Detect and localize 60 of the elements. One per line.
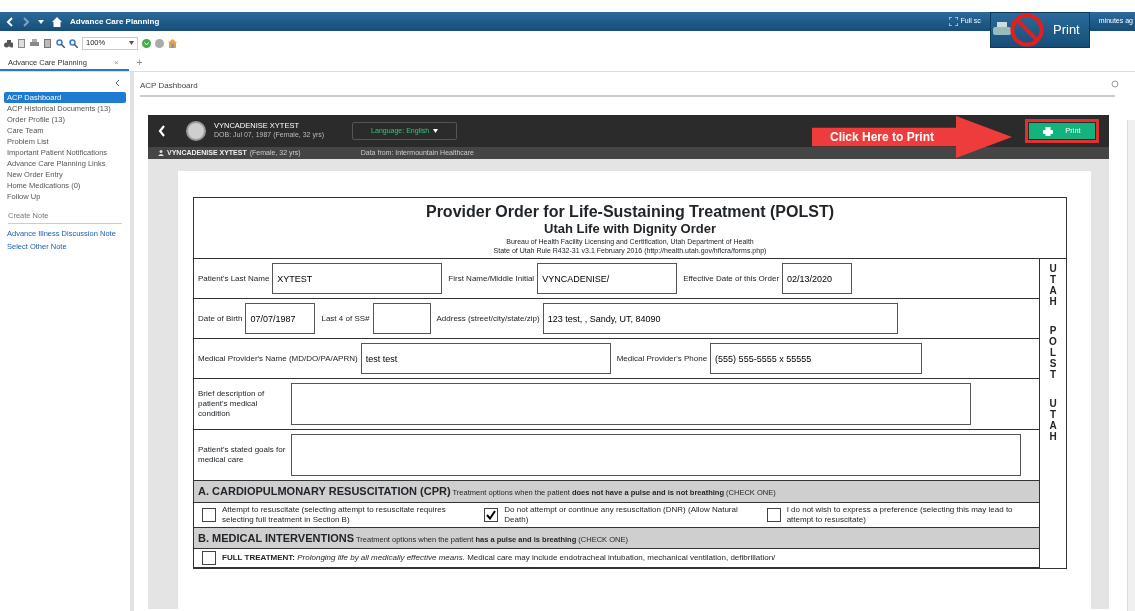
option-text: I do not wish to express a preference (selecting this may lead to attempt to resuscitate)	[786, 504, 1014, 525]
page-title: ACP Dashboard	[140, 72, 1115, 97]
refresh-icon[interactable]	[1111, 80, 1119, 88]
go-icon[interactable]	[142, 38, 151, 48]
back-icon[interactable]	[158, 125, 166, 137]
input-field[interactable]	[291, 383, 971, 425]
input-field[interactable]: test test	[360, 343, 611, 374]
input-field[interactable]	[372, 303, 431, 334]
no-sign-icon	[1010, 13, 1044, 47]
checkbox[interactable]	[202, 551, 216, 565]
side-label: POLST	[1048, 325, 1058, 380]
field-label: Patient's Last Name	[198, 272, 270, 285]
binoculars-icon[interactable]	[4, 38, 13, 48]
home-icon[interactable]	[52, 16, 62, 27]
checkbox[interactable]	[484, 507, 499, 522]
field-label: First Name/Middle Initial	[448, 272, 535, 285]
option-text: Attempt to resuscitate (selecting attempt to resuscitate requires selecting full treatment in Section B)	[222, 504, 447, 525]
input-field[interactable]: 02/13/2020	[782, 263, 853, 294]
printer-icon	[993, 22, 1011, 38]
field-label: Date of Birth	[198, 312, 243, 325]
checkbox[interactable]	[766, 507, 781, 522]
side-label: UTAH	[1048, 263, 1058, 307]
fullscreen-icon[interactable]	[948, 17, 958, 26]
checkbox[interactable]	[202, 507, 216, 522]
document-icon[interactable]	[43, 38, 52, 48]
printer-icon	[1043, 126, 1054, 136]
field-label: Brief description of patient's medical condition	[198, 389, 266, 419]
zoom-out-icon[interactable]	[69, 38, 78, 48]
side-label: UTAH	[1048, 398, 1058, 442]
field-label: Effective Date of this Order	[683, 272, 780, 285]
input-field[interactable]: 123 test, , Sandy, UT, 84090	[542, 303, 898, 334]
zoom-in-icon[interactable]	[56, 38, 65, 48]
forward-icon[interactable]	[22, 16, 30, 27]
field-label: Medical Provider's Name (MD/DO/PA/APRN)	[198, 352, 358, 365]
printer-icon[interactable]	[30, 38, 39, 48]
back-icon[interactable]	[6, 16, 14, 27]
window-title: Advance Care Planning	[70, 15, 160, 28]
check-icon	[486, 509, 497, 520]
field-label: Address (street/city/state/zip)	[436, 312, 540, 325]
field-label: Last 4 of SS#	[321, 312, 370, 325]
input-field[interactable]: 07/07/1987	[245, 303, 316, 334]
form-title: Provider Order for Life-Sustaining Treatment (POLST)	[424, 202, 836, 221]
scrollbar[interactable]	[1127, 120, 1135, 611]
input-field[interactable]	[291, 434, 1021, 476]
input-field[interactable]: XYTEST	[272, 263, 443, 294]
caret-icon	[129, 41, 134, 45]
option-text: FULL TREATMENT: Prolonging life by all medically effective means. Medical care may include endotracheal intubation, mechanical ventilation, defibrillation/	[222, 553, 776, 563]
field-label: Patient's stated goals for medical care	[198, 445, 287, 465]
collapse-icon[interactable]	[116, 80, 120, 86]
caret-icon	[433, 128, 439, 133]
input-field[interactable]: VYNCADENISE/	[537, 263, 678, 294]
dropdown-icon[interactable]	[38, 18, 44, 25]
avatar-icon	[186, 121, 206, 141]
input-field[interactable]: (555) 555-5555 x 55555	[710, 343, 923, 374]
option-text: Do not attempt or continue any resuscitation (DNR) (Allow Natural Death)	[504, 504, 739, 525]
document-icon[interactable]	[17, 38, 26, 48]
field-label: Medical Provider's Phone	[616, 352, 708, 365]
house-icon[interactable]	[168, 38, 177, 48]
form-subtitle: Utah Life with Dignity Order	[543, 221, 717, 237]
person-icon	[158, 150, 164, 156]
